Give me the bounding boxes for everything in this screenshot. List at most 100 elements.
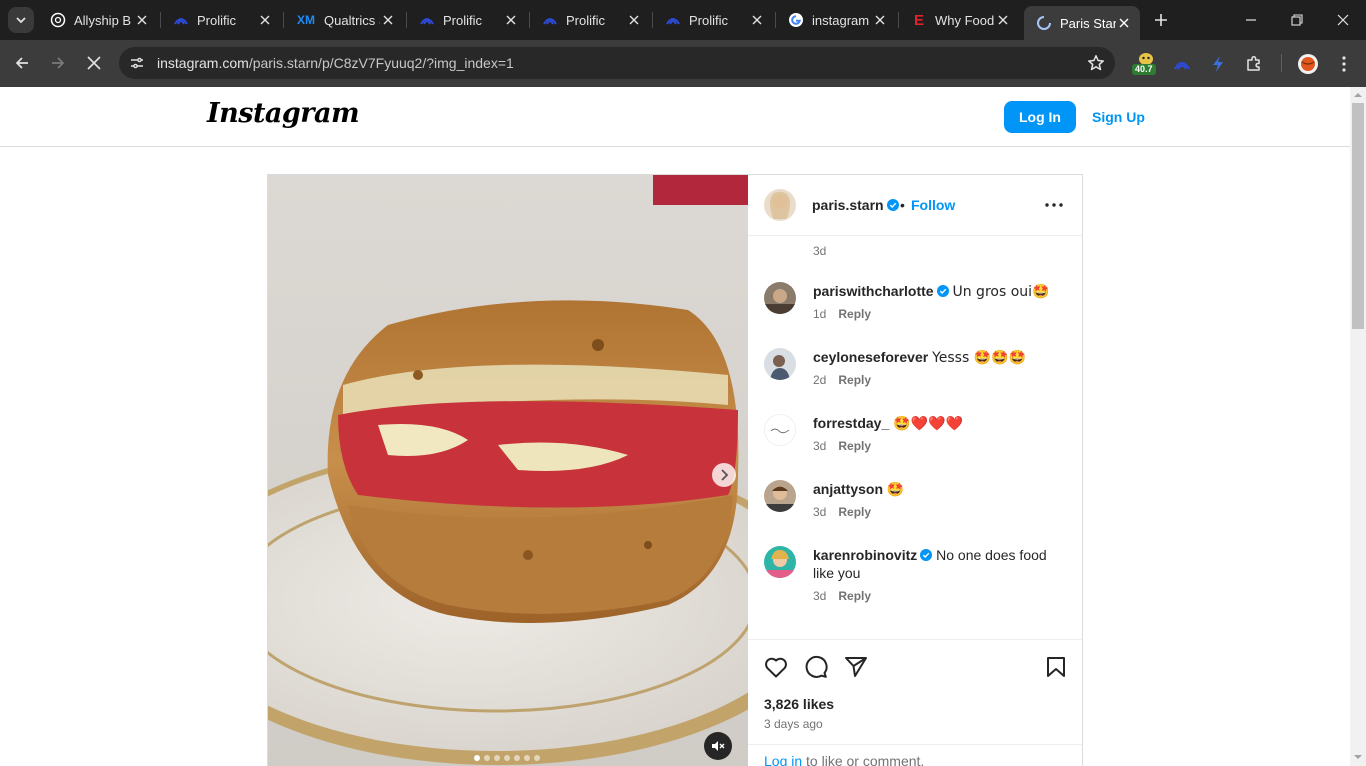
restore-button[interactable] — [1274, 0, 1320, 40]
owner-username[interactable]: paris.starn — [812, 197, 899, 213]
more-options-button[interactable] — [1044, 195, 1064, 215]
commenter-avatar[interactable] — [764, 414, 796, 446]
tab-title: Prolific — [443, 12, 483, 28]
close-icon[interactable] — [503, 12, 519, 28]
reply-button[interactable]: Reply — [838, 373, 871, 387]
tab-search-button[interactable] — [8, 7, 34, 33]
comment-time: 2d — [813, 373, 827, 387]
forward-button[interactable] — [46, 51, 70, 75]
extension-prolific-icon[interactable] — [1170, 52, 1194, 76]
back-button[interactable] — [10, 51, 34, 75]
comment-meta: 1d Reply — [813, 307, 871, 321]
login-button[interactable]: Log In — [1004, 101, 1076, 133]
google-icon — [788, 12, 804, 28]
reply-button[interactable]: Reply — [838, 307, 871, 321]
comment-username[interactable]: forrestday_ — [813, 415, 889, 431]
new-tab-button[interactable] — [1150, 9, 1172, 31]
carousel-dot — [484, 755, 490, 761]
tab-prolific-4[interactable]: Prolific — [653, 4, 773, 36]
arrow-right-icon — [52, 57, 65, 69]
post-image[interactable] — [268, 175, 748, 766]
like-button[interactable] — [763, 654, 789, 680]
comment-meta: 3d Reply — [813, 505, 871, 519]
commenter-avatar[interactable] — [764, 348, 796, 380]
address-bar[interactable]: instagram.com/paris.starn/p/C8zV7Fyuuq2/… — [119, 47, 1115, 79]
close-icon[interactable] — [749, 12, 765, 28]
carousel-dot — [534, 755, 540, 761]
comment-username[interactable]: ceyloneseforever — [813, 349, 928, 365]
scrollbar-thumb[interactable] — [1352, 103, 1364, 329]
comment-button[interactable] — [803, 654, 829, 680]
tab-allyship[interactable]: Allyship B — [38, 4, 158, 36]
extensions-puzzle-icon[interactable] — [1242, 52, 1266, 76]
commenter-avatar[interactable] — [764, 480, 796, 512]
openai-icon — [50, 12, 66, 28]
comment-username[interactable]: karenrobinovitz — [813, 547, 917, 563]
tab-title: Prolific — [689, 12, 729, 28]
close-icon[interactable] — [257, 12, 273, 28]
signup-link[interactable]: Sign Up — [1092, 109, 1145, 125]
reply-button[interactable]: Reply — [838, 589, 871, 603]
tab-prolific-2[interactable]: Prolific — [407, 4, 527, 36]
bookmark-icon — [1047, 657, 1065, 677]
browser-menu-button[interactable] — [1332, 52, 1356, 76]
profile-avatar[interactable] — [1296, 52, 1320, 76]
tab-prolific-1[interactable]: Prolific — [161, 4, 281, 36]
carousel-next-button[interactable] — [712, 463, 736, 487]
share-button[interactable] — [843, 654, 869, 680]
comment-text: karenrobinovitz No one does food like yo… — [813, 546, 1063, 582]
reply-button[interactable]: Reply — [838, 505, 871, 519]
save-button[interactable] — [1043, 654, 1069, 680]
speaker-muted-icon — [712, 741, 725, 751]
prolific-icon — [419, 12, 435, 28]
comment-body: 🤩❤️❤️❤️ — [893, 416, 963, 432]
carousel-dot — [524, 755, 530, 761]
loading-icon — [1036, 15, 1052, 31]
extension-bolt-icon[interactable] — [1206, 52, 1230, 76]
owner-avatar[interactable] — [764, 189, 796, 221]
close-icon[interactable] — [134, 12, 150, 28]
comment-meta: 2d Reply — [813, 373, 871, 387]
tab-title: Paris Starn — [1060, 15, 1116, 31]
close-icon[interactable] — [995, 12, 1011, 28]
reply-button[interactable]: Reply — [838, 439, 871, 453]
tab-title: instagram — [812, 12, 870, 28]
tab-why-food[interactable]: E Why Food — [899, 4, 1019, 36]
tab-title: Why Food — [935, 12, 995, 28]
tab-paris-starn[interactable]: Paris Starn — [1024, 6, 1140, 40]
instagram-logo[interactable]: Instagram — [207, 98, 360, 129]
comment-time: 3d — [813, 505, 827, 519]
carousel-dot — [474, 755, 480, 761]
scroll-down-icon[interactable] — [1354, 753, 1362, 761]
tab-prolific-3[interactable]: Prolific — [530, 4, 650, 36]
page-scrollbar[interactable] — [1350, 87, 1366, 766]
scroll-up-icon[interactable] — [1354, 91, 1362, 99]
bookmark-star-icon[interactable] — [1087, 54, 1105, 72]
close-icon[interactable] — [626, 12, 642, 28]
close-icon[interactable] — [1116, 15, 1132, 31]
site-settings-icon[interactable] — [128, 54, 146, 72]
comment-time: 3d — [813, 439, 827, 453]
comment-username[interactable]: anjattyson — [813, 481, 883, 497]
stop-button[interactable] — [82, 51, 106, 75]
post-actions: 3,826 likes 3 days ago Log in to like or… — [748, 639, 1082, 766]
minimize-button[interactable] — [1228, 0, 1274, 40]
mute-button[interactable] — [704, 732, 732, 760]
likes-count[interactable]: 3,826 likes — [764, 696, 834, 712]
window-close-button[interactable] — [1320, 0, 1366, 40]
tab-google-instagram[interactable]: instagram — [776, 4, 896, 36]
chevron-right-icon — [721, 469, 729, 481]
close-icon[interactable] — [380, 12, 396, 28]
comment-text: anjattyson 🤩 — [813, 480, 1063, 499]
heart-icon — [765, 657, 787, 678]
follow-button[interactable]: Follow — [911, 197, 955, 213]
login-prompt-bar: Log in to like or comment. — [748, 744, 1082, 766]
tab-qualtrics[interactable]: XM Qualtrics S — [284, 4, 404, 36]
close-icon[interactable] — [872, 12, 888, 28]
commenter-avatar[interactable] — [764, 282, 796, 314]
commenter-avatar[interactable] — [764, 546, 796, 578]
xm-icon: XM — [297, 13, 315, 27]
comment-username[interactable]: pariswithcharlotte — [813, 283, 934, 299]
login-link[interactable]: Log in — [764, 753, 802, 766]
arrow-left-icon — [15, 57, 28, 69]
